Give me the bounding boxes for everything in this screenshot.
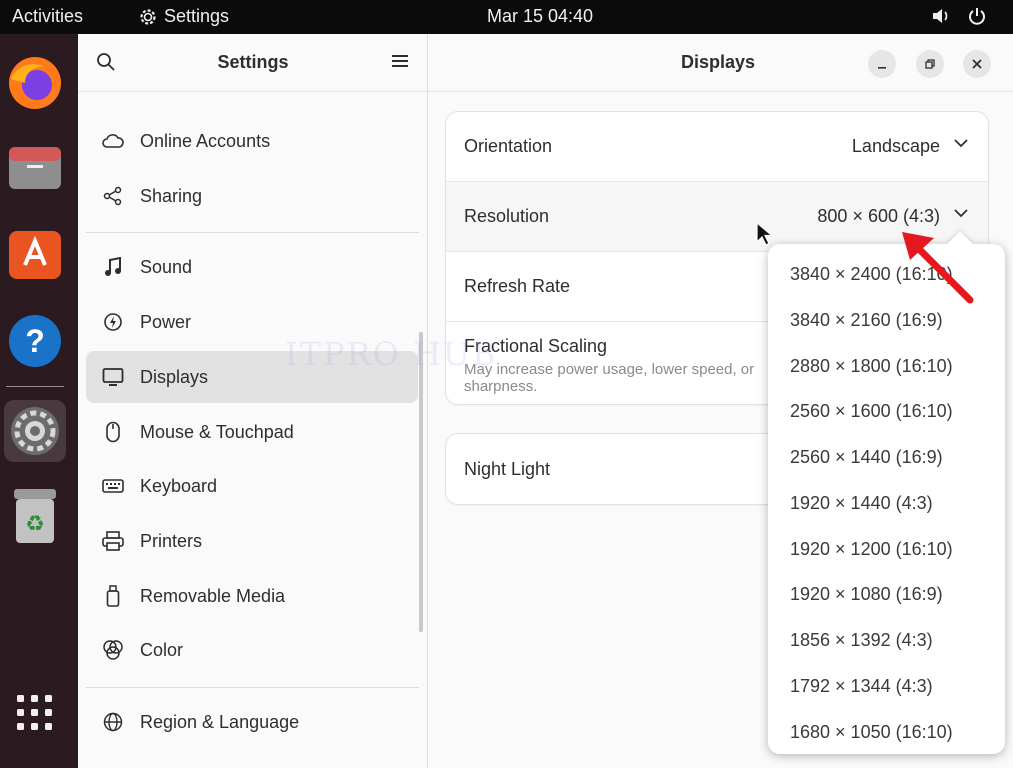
close-icon: [972, 59, 982, 69]
printer-icon: [102, 530, 124, 552]
settings-icon: [11, 407, 59, 455]
resolution-value: 800 × 600 (4:3): [817, 206, 940, 226]
dock-settings[interactable]: [4, 400, 66, 462]
refresh-rate-label: Refresh Rate: [464, 276, 571, 296]
sidebar-scrollbar[interactable]: [419, 332, 423, 632]
resolution-dropdown: 3840 × 2400 (16:10) 3840 × 2160 (16:9) 2…: [768, 244, 1005, 754]
resolution-label: Resolution: [464, 206, 550, 226]
hamburger-menu-icon[interactable]: [392, 54, 408, 68]
close-button[interactable]: [963, 50, 991, 78]
sidebar-item-label: Displays: [140, 366, 209, 387]
svg-text:?: ?: [25, 323, 45, 359]
sidebar-separator: [86, 687, 419, 688]
mouse-icon: [102, 421, 124, 443]
dock-files[interactable]: [4, 136, 66, 198]
dock-app-grid[interactable]: [4, 682, 66, 744]
top-bar: Activities Settings Mar 15 04:40: [0, 0, 1013, 34]
annotation-arrow-icon: [902, 232, 974, 304]
svg-text:♻: ♻: [25, 512, 45, 537]
usb-drive-icon: [102, 585, 124, 607]
color-icon: [102, 639, 124, 661]
sidebar-item-sound[interactable]: Sound: [86, 241, 418, 293]
dock-separator: [6, 386, 64, 387]
fractional-scaling-label: Fractional Scaling: [464, 335, 608, 356]
night-light-label: Night Light: [464, 458, 551, 479]
mouse-cursor-icon: [756, 222, 772, 246]
chevron-down-icon: [954, 139, 968, 148]
maximize-button[interactable]: [916, 50, 944, 78]
resolution-option[interactable]: 1920 × 1440 (4:3): [790, 493, 933, 514]
sidebar-item-label: Sharing: [140, 185, 203, 206]
orientation-value: Landscape: [851, 136, 940, 156]
files-icon: [9, 147, 61, 189]
sidebar-item-label: Mouse & Touchpad: [140, 421, 294, 442]
globe-icon: [102, 711, 124, 733]
clock[interactable]: Mar 15 04:40: [487, 6, 593, 27]
minimize-icon: [878, 67, 886, 69]
monitor-icon: [102, 366, 124, 388]
fractional-scaling-description: May increase power usage, lower speed, o…: [464, 360, 755, 395]
resolution-option[interactable]: 3840 × 2160 (16:9): [790, 310, 943, 331]
resolution-option[interactable]: 1856 × 1392 (4:3): [790, 630, 933, 651]
sidebar-item-label: Removable Media: [140, 585, 286, 606]
sidebar-item-printers[interactable]: Printers: [86, 515, 418, 567]
sidebar-item-label: Online Accounts: [140, 130, 271, 151]
help-icon: ?: [9, 315, 61, 367]
trash-icon: ♻: [14, 489, 56, 543]
sidebar-item-label: Sound: [140, 256, 193, 277]
cloud-icon: [102, 130, 124, 152]
sidebar-item-label: Region & Language: [140, 711, 300, 732]
firefox-icon: [9, 57, 61, 109]
restore-icon: [925, 59, 935, 69]
sidebar-item-mouse-touchpad[interactable]: Mouse & Touchpad: [86, 406, 418, 458]
gear-icon: [140, 8, 156, 25]
power-menu-icon[interactable]: [967, 6, 987, 26]
resolution-option[interactable]: 1792 × 1344 (4:3): [790, 676, 933, 697]
sidebar-item-sharing[interactable]: Sharing: [86, 170, 418, 222]
volume-icon[interactable]: [931, 7, 951, 25]
sidebar: Settings Online Accounts Sharing Sound P…: [78, 34, 428, 768]
sidebar-separator: [86, 232, 419, 233]
sidebar-item-online-accounts[interactable]: Online Accounts: [86, 115, 418, 167]
power-icon: [102, 311, 124, 333]
orientation-row[interactable]: Orientation Landscape: [446, 112, 988, 182]
sidebar-item-label: Printers: [140, 530, 203, 551]
system-tray[interactable]: [931, 6, 987, 26]
resolution-option[interactable]: 1920 × 1200 (16:10): [790, 539, 953, 560]
resolution-option[interactable]: 1680 × 1050 (16:10): [790, 722, 953, 743]
music-note-icon: [102, 256, 124, 278]
sidebar-item-power[interactable]: Power: [86, 296, 418, 348]
dock: ? ♻: [0, 34, 78, 768]
dock-trash[interactable]: ♻: [4, 486, 66, 548]
sidebar-item-region-language[interactable]: Region & Language: [86, 696, 418, 748]
app-grid-icon: [17, 695, 52, 730]
sidebar-title: Settings: [217, 52, 289, 72]
sidebar-item-label: Power: [140, 311, 192, 332]
activities-button[interactable]: Activities: [12, 6, 83, 27]
sidebar-item-label: Color: [140, 639, 184, 660]
sidebar-item-displays[interactable]: Displays: [86, 351, 418, 403]
sidebar-header: Settings: [78, 34, 428, 92]
app-center-icon: [9, 231, 61, 279]
dock-app-center[interactable]: [4, 222, 66, 284]
dock-firefox[interactable]: [4, 52, 66, 114]
orientation-label: Orientation: [464, 136, 553, 156]
resolution-option[interactable]: 2880 × 1800 (16:10): [790, 356, 953, 377]
app-menu[interactable]: Settings: [138, 6, 229, 27]
sidebar-item-color[interactable]: Color: [86, 624, 418, 676]
chevron-down-icon: [954, 209, 968, 218]
minimize-button[interactable]: [868, 50, 896, 78]
sidebar-item-keyboard[interactable]: Keyboard: [86, 460, 418, 512]
share-icon: [102, 185, 124, 207]
main-header: Displays: [428, 34, 1013, 92]
resolution-option[interactable]: 2560 × 1600 (16:10): [790, 401, 953, 422]
keyboard-icon: [102, 475, 124, 497]
sidebar-item-label: Keyboard: [140, 475, 218, 496]
sidebar-item-removable-media[interactable]: Removable Media: [86, 570, 418, 622]
dock-help[interactable]: ?: [4, 310, 66, 372]
app-name: Settings: [164, 6, 230, 26]
resolution-option[interactable]: 2560 × 1440 (16:9): [790, 447, 943, 468]
resolution-option[interactable]: 1920 × 1080 (16:9): [790, 584, 943, 605]
